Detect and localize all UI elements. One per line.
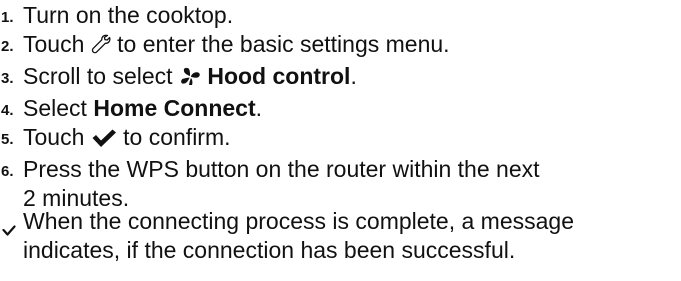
step-number: 3. [1, 70, 14, 87]
step-6: 6. Press the WPS button on the router wi… [0, 155, 681, 213]
step-text-after: to enter the basic settings menu. [117, 31, 450, 57]
checkmark-icon [91, 126, 117, 155]
step-text-line-1: Press the WPS button on the router withi… [23, 156, 540, 182]
menu-item-name: Home Connect [93, 95, 256, 121]
step-text: Turn on the cooktop. [23, 2, 234, 28]
step-2: 2. Touch to enter the basic settings men… [0, 30, 681, 62]
step-1: 1. Turn on the cooktop. [0, 1, 681, 30]
step-number: 2. [1, 38, 14, 55]
step-text-after: . [350, 63, 357, 89]
step-text-before: Scroll to select [23, 63, 173, 89]
step-3: 3. Scroll to select Hood control. [0, 62, 681, 94]
result-check-icon [2, 215, 16, 244]
fan-icon [179, 65, 201, 94]
step-number: 5. [1, 131, 14, 148]
step-text-after: . [255, 95, 263, 121]
menu-item-name: Hood control [207, 63, 351, 89]
step-number: 6. [1, 163, 14, 180]
wrench-icon [91, 33, 111, 62]
result-note: When the connecting process is complete,… [0, 207, 681, 265]
step-text-after: to confirm. [123, 124, 231, 150]
instruction-steps: 1. Turn on the cooktop. 2. Touch to ente… [0, 0, 681, 213]
step-number: 1. [1, 9, 14, 26]
step-5: 5. Touch to confirm. [0, 123, 681, 155]
result-text-line-1: When the connecting process is complete,… [23, 208, 575, 234]
step-text-before: Touch [23, 31, 85, 57]
step-number: 4. [1, 102, 14, 119]
step-4: 4. Select Home Connect. [0, 94, 681, 123]
step-text-before: Touch [23, 124, 85, 150]
step-text-before: Select [23, 95, 87, 121]
result-text-line-2: indicates, if the connection has been su… [23, 237, 516, 263]
